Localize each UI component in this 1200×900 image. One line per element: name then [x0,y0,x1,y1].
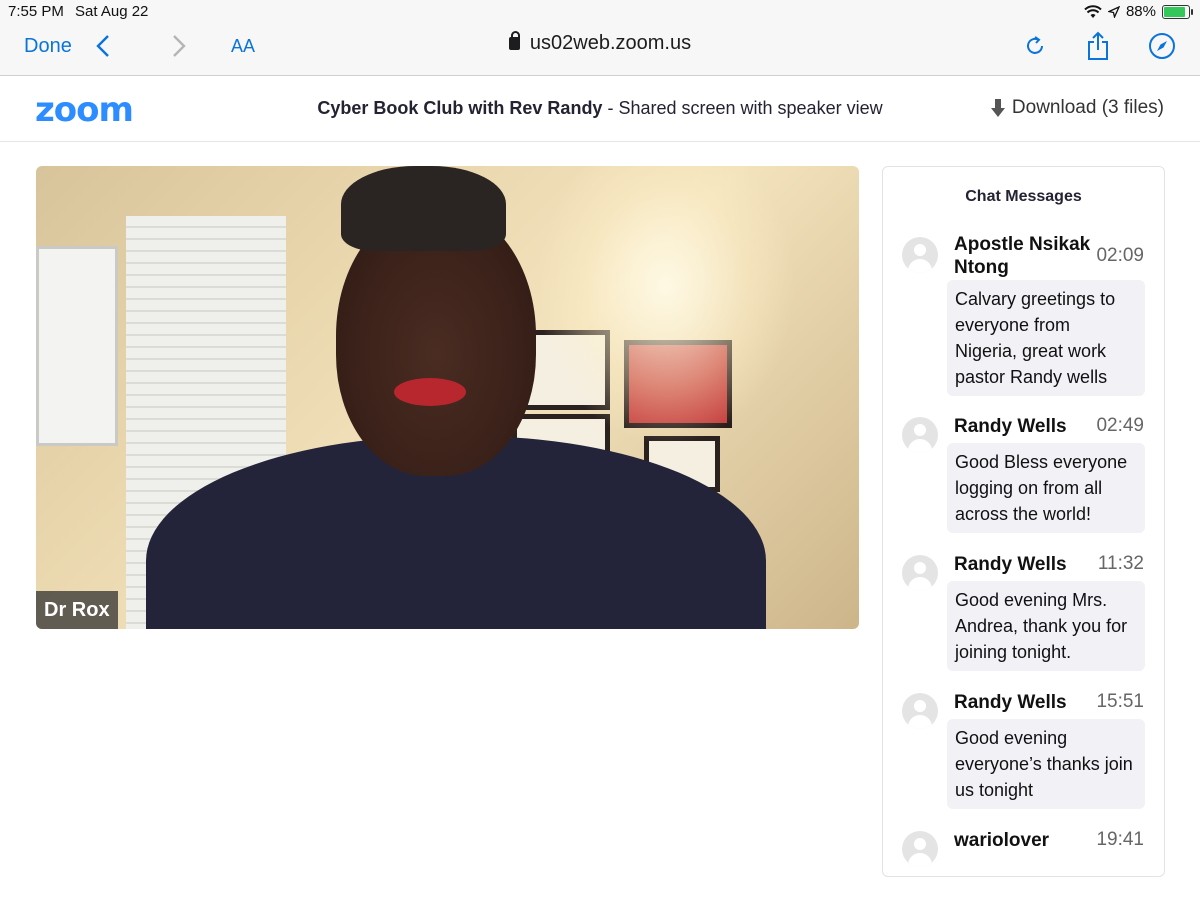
speaker-name-tag: Dr Rox [36,591,118,629]
chat-time: 15:51 [1096,691,1144,712]
reload-button[interactable] [1024,24,1046,68]
video-person-hair [341,166,506,251]
chevron-right-icon [173,35,186,57]
meeting-subtitle: - Shared screen with speaker view [602,98,883,118]
battery-percent: 88% [1125,3,1156,20]
zoom-header: zoom Cyber Book Club with Rev Randy - Sh… [0,76,1200,142]
chat-title: Chat Messages [965,188,1082,205]
avatar [902,555,938,591]
battery-fill [1164,6,1186,17]
avatar [902,417,938,453]
browser-toolbar: Done AA us02web.zoom.us [0,24,1200,76]
status-bar: 7:55 PM Sat Aug 22 88% [0,0,1200,24]
reload-icon [1027,36,1043,54]
share-button[interactable] [1086,24,1110,68]
chat-sender: Randy Wells [954,554,1067,575]
avatar [902,831,938,867]
download-button[interactable]: Download (3 files) [990,97,1164,119]
wifi-icon [1084,4,1102,18]
chat-time: 02:49 [1096,415,1144,436]
download-arrow-icon [990,99,1005,117]
speaker-video[interactable]: Dr Rox [36,166,859,629]
chevron-left-icon [96,35,109,57]
back-button[interactable] [96,24,110,68]
forward-button[interactable] [172,24,186,68]
video-light-glare [536,166,796,446]
text-size-button[interactable]: AA [231,24,255,68]
video-background-whiteboard [36,246,118,446]
chat-bubble: Good evening Mrs. Andrea, thank you for … [947,581,1145,671]
chat-sender: Randy Wells [954,692,1067,713]
chat-bubble: Good Bless everyone logging on from all … [947,443,1145,533]
chat-sender: wariolover [954,830,1050,851]
video-person-lips [394,378,466,406]
compass-button[interactable] [1148,24,1176,68]
url-text[interactable]: us02web.zoom.us [530,32,691,54]
status-time: 7:55 PM [8,3,64,20]
download-label: Download (3 files) [1011,97,1164,118]
chat-bubble: Good evening everyone’s thanks join us t… [947,719,1145,809]
compass-icon [1149,33,1175,59]
chat-time: 11:32 [1097,553,1144,574]
chat-panel[interactable]: Chat Messages Apostle Nsikak Ntong 02:09… [882,166,1165,877]
location-arrow-icon [1107,5,1120,18]
zoom-logo[interactable]: zoom [35,90,134,130]
lock-icon [508,31,520,50]
share-icon [1088,31,1108,60]
chat-time: 02:09 [1096,245,1144,266]
done-button[interactable]: Done [24,24,72,68]
battery-icon [1162,4,1193,19]
status-date: Sat Aug 22 [75,3,149,20]
avatar [902,693,938,729]
chat-time: 19:41 [1096,829,1144,850]
meeting-name: Cyber Book Club with Rev Randy [317,98,603,118]
avatar [902,237,938,273]
chat-sender: Randy Wells [954,416,1067,437]
status-right: 88% [1084,3,1193,20]
chat-bubble: Calvary greetings to everyone from Niger… [947,280,1145,396]
chat-sender: Apostle Nsikak Ntong [954,234,1091,278]
